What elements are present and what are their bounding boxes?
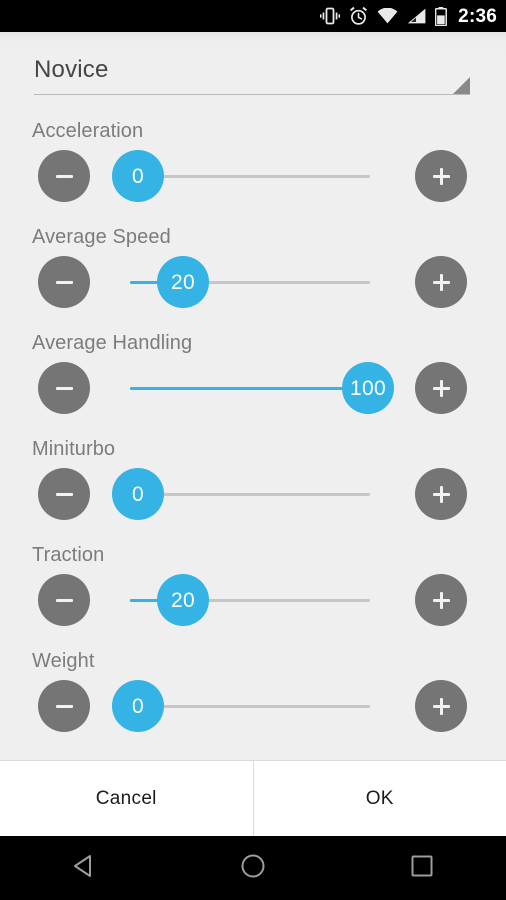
cancel-button[interactable]: Cancel (0, 761, 253, 836)
stat-label: Weight (32, 650, 95, 672)
dialog-button-bar: Cancel OK (0, 760, 506, 836)
plus-icon-bar (439, 697, 443, 715)
minus-icon (55, 280, 73, 284)
stat-controls: 0 (0, 680, 506, 742)
stat-controls: 20 (0, 256, 506, 318)
recents-button[interactable] (382, 836, 462, 900)
decrement-button[interactable] (38, 256, 90, 308)
plus-icon-bar (439, 273, 443, 291)
spinner-underline (34, 94, 470, 95)
plus-icon-bar (439, 591, 443, 609)
difficulty-spinner[interactable]: Novice (34, 50, 470, 102)
increment-button[interactable] (415, 680, 467, 732)
increment-button[interactable] (415, 256, 467, 308)
decrement-button[interactable] (38, 574, 90, 626)
minus-icon (55, 174, 73, 178)
stat-controls: 0 (0, 468, 506, 530)
dropdown-arrow-icon (453, 77, 470, 94)
stat-label: Acceleration (32, 120, 144, 142)
ok-button[interactable]: OK (253, 761, 506, 836)
plus-icon-bar (439, 485, 443, 503)
stat-slider[interactable]: 0 (112, 468, 370, 520)
slider-value: 0 (132, 482, 144, 506)
home-button[interactable] (213, 836, 293, 900)
cellular-signal-icon (407, 8, 426, 24)
increment-button[interactable] (415, 574, 467, 626)
status-time: 2:36 (458, 5, 497, 27)
stat-label: Traction (32, 544, 105, 566)
slider-track-fill (130, 386, 370, 390)
stat-row-average-handling: Average Handling 100 (0, 332, 506, 437)
slider-track (130, 174, 370, 178)
increment-button[interactable] (415, 468, 467, 520)
spinner-selected-value: Novice (34, 56, 109, 83)
phone-screen: 2:36 Novice Acceleration 0 Average Speed… (0, 0, 506, 900)
stat-row-acceleration: Acceleration 0 (0, 120, 506, 225)
back-triangle-icon (69, 851, 99, 886)
slider-thumb[interactable]: 0 (112, 150, 164, 202)
slider-value: 0 (132, 694, 144, 718)
stat-controls: 100 (0, 362, 506, 424)
slider-value: 100 (350, 376, 386, 400)
vibrate-icon (320, 7, 341, 25)
stat-controls: 20 (0, 574, 506, 636)
minus-icon (55, 492, 73, 496)
decrement-button[interactable] (38, 468, 90, 520)
stat-row-average-speed: Average Speed 20 (0, 226, 506, 331)
battery-icon (435, 6, 448, 26)
alarm-icon (349, 6, 368, 26)
minus-icon (55, 386, 73, 390)
stat-label: Average Handling (32, 332, 193, 354)
decrement-button[interactable] (38, 150, 90, 202)
slider-thumb[interactable]: 20 (157, 256, 209, 308)
increment-button[interactable] (415, 362, 467, 414)
stat-row-traction: Traction 20 (0, 544, 506, 649)
slider-thumb[interactable]: 0 (112, 680, 164, 732)
home-circle-icon (238, 851, 268, 886)
status-bar: 2:36 (0, 0, 506, 32)
stat-slider[interactable]: 0 (112, 150, 370, 202)
increment-button[interactable] (415, 150, 467, 202)
decrement-button[interactable] (38, 362, 90, 414)
stat-slider[interactable]: 0 (112, 680, 370, 732)
minus-icon (55, 598, 73, 602)
slider-value: 0 (132, 164, 144, 188)
plus-icon-bar (439, 167, 443, 185)
slider-track (130, 492, 370, 496)
slider-value: 20 (171, 588, 195, 612)
slider-value: 20 (171, 270, 195, 294)
back-button[interactable] (44, 836, 124, 900)
stat-slider[interactable]: 20 (130, 574, 370, 626)
slider-thumb[interactable]: 20 (157, 574, 209, 626)
recents-square-icon (407, 851, 437, 886)
stat-row-weight: Weight 0 (0, 650, 506, 755)
minus-icon (55, 704, 73, 708)
stat-slider[interactable]: 20 (130, 256, 370, 308)
stat-label: Average Speed (32, 226, 171, 248)
stat-label: Miniturbo (32, 438, 116, 460)
android-nav-bar (0, 836, 506, 900)
stat-slider[interactable]: 100 (130, 362, 394, 414)
plus-icon-bar (439, 379, 443, 397)
wifi-icon (377, 8, 398, 24)
stat-controls: 0 (0, 150, 506, 212)
stat-row-miniturbo: Miniturbo 0 (0, 438, 506, 543)
slider-track (130, 704, 370, 708)
slider-thumb[interactable]: 0 (112, 468, 164, 520)
decrement-button[interactable] (38, 680, 90, 732)
slider-thumb[interactable]: 100 (342, 362, 394, 414)
dialog-content: Novice Acceleration 0 Average Speed 20 A… (0, 32, 506, 760)
